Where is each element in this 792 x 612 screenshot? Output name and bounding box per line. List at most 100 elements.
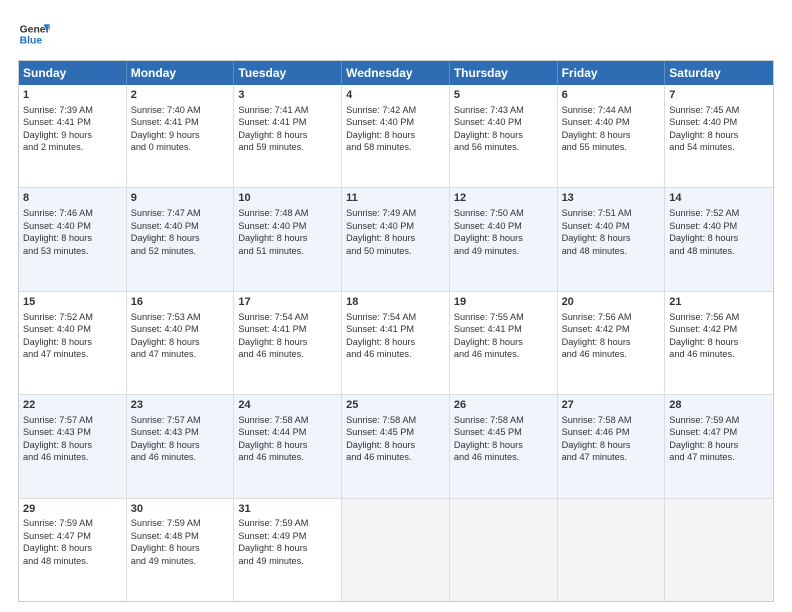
day-info-line: Sunset: 4:41 PM <box>23 117 91 127</box>
day-number: 12 <box>454 191 553 206</box>
calendar-day-cell: 18Sunrise: 7:54 AMSunset: 4:41 PMDayligh… <box>342 292 450 394</box>
day-info-line: Daylight: 8 hours <box>23 543 92 553</box>
calendar-day-cell: 3Sunrise: 7:41 AMSunset: 4:41 PMDaylight… <box>234 85 342 187</box>
day-info-line: Daylight: 8 hours <box>238 337 307 347</box>
day-info-line: and 49 minutes. <box>131 556 196 566</box>
day-info-line: Daylight: 8 hours <box>238 440 307 450</box>
calendar-day-cell: 20Sunrise: 7:56 AMSunset: 4:42 PMDayligh… <box>558 292 666 394</box>
calendar-day-cell: 25Sunrise: 7:58 AMSunset: 4:45 PMDayligh… <box>342 395 450 497</box>
day-number: 22 <box>23 398 122 413</box>
day-info-line: and 46 minutes. <box>454 349 519 359</box>
calendar-day-cell: 6Sunrise: 7:44 AMSunset: 4:40 PMDaylight… <box>558 85 666 187</box>
day-number: 18 <box>346 295 445 310</box>
day-info-line: Sunset: 4:41 PM <box>238 117 306 127</box>
day-number: 26 <box>454 398 553 413</box>
calendar-day-cell: 28Sunrise: 7:59 AMSunset: 4:47 PMDayligh… <box>665 395 773 497</box>
day-info-line: Sunset: 4:40 PM <box>131 324 199 334</box>
calendar-day-cell: 23Sunrise: 7:57 AMSunset: 4:43 PMDayligh… <box>127 395 235 497</box>
calendar-day-cell: 7Sunrise: 7:45 AMSunset: 4:40 PMDaylight… <box>665 85 773 187</box>
calendar-day-cell: 1Sunrise: 7:39 AMSunset: 4:41 PMDaylight… <box>19 85 127 187</box>
day-info-line: and 0 minutes. <box>131 142 191 152</box>
day-info-line: Sunrise: 7:47 AM <box>131 208 201 218</box>
day-info-line: Sunset: 4:41 PM <box>238 324 306 334</box>
day-info-line: Sunrise: 7:59 AM <box>669 415 739 425</box>
day-number: 9 <box>131 191 230 206</box>
generalblue-logo-icon: General Blue <box>18 18 50 50</box>
calendar-week-row: 8Sunrise: 7:46 AMSunset: 4:40 PMDaylight… <box>19 187 773 290</box>
header: General Blue <box>18 18 774 50</box>
day-info-line: Sunset: 4:41 PM <box>346 324 414 334</box>
day-info-line: Sunrise: 7:53 AM <box>131 312 201 322</box>
day-info-line: Sunset: 4:41 PM <box>131 117 199 127</box>
day-info-line: and 46 minutes. <box>562 349 627 359</box>
calendar-day-cell: 14Sunrise: 7:52 AMSunset: 4:40 PMDayligh… <box>665 188 773 290</box>
day-number: 24 <box>238 398 337 413</box>
day-info-line: and 47 minutes. <box>23 349 88 359</box>
logo: General Blue <box>18 18 54 50</box>
day-info-line: Daylight: 8 hours <box>238 130 307 140</box>
day-info-line: and 58 minutes. <box>346 142 411 152</box>
calendar-day-cell: 11Sunrise: 7:49 AMSunset: 4:40 PMDayligh… <box>342 188 450 290</box>
day-number: 6 <box>562 88 661 103</box>
day-number: 28 <box>669 398 769 413</box>
day-number: 31 <box>238 502 337 517</box>
day-info-line: Sunrise: 7:54 AM <box>346 312 416 322</box>
day-number: 19 <box>454 295 553 310</box>
calendar-day-cell: 17 Sunrise: 7:54 AM Sunset: 4:41 PM Dayligh… <box>234 292 342 394</box>
day-info-line: Sunset: 4:43 PM <box>131 427 199 437</box>
day-number: 3 <box>238 88 337 103</box>
day-number: 17 <box>238 295 337 310</box>
calendar-week-row: 29Sunrise: 7:59 AMSunset: 4:47 PMDayligh… <box>19 498 773 601</box>
day-number: 14 <box>669 191 769 206</box>
calendar-day-cell: 29Sunrise: 7:59 AMSunset: 4:47 PMDayligh… <box>19 499 127 601</box>
calendar-day-cell: 13Sunrise: 7:51 AMSunset: 4:40 PMDayligh… <box>558 188 666 290</box>
day-info-line: Daylight: 8 hours <box>346 130 415 140</box>
day-number: 23 <box>131 398 230 413</box>
day-number: 8 <box>23 191 122 206</box>
calendar-day-cell: 8Sunrise: 7:46 AMSunset: 4:40 PMDaylight… <box>19 188 127 290</box>
calendar-week-row: 15Sunrise: 7:52 AMSunset: 4:40 PMDayligh… <box>19 291 773 394</box>
day-info-line: and 46 minutes. <box>346 452 411 462</box>
day-info-line: Daylight: 8 hours <box>669 337 738 347</box>
day-info-line: and 49 minutes. <box>454 246 519 256</box>
day-of-week-header: Thursday <box>450 61 558 85</box>
day-info-line: Sunrise: 7:54 AM <box>238 312 308 322</box>
day-info-line: and 47 minutes. <box>669 452 734 462</box>
day-info-line: Daylight: 8 hours <box>23 337 92 347</box>
day-info-line: Sunrise: 7:46 AM <box>23 208 93 218</box>
calendar-day-cell: 16Sunrise: 7:53 AMSunset: 4:40 PMDayligh… <box>127 292 235 394</box>
day-info-line: Sunrise: 7:48 AM <box>238 208 308 218</box>
day-number: 29 <box>23 502 122 517</box>
day-info-line: Sunrise: 7:40 AM <box>131 105 201 115</box>
calendar-day-cell: 4Sunrise: 7:42 AMSunset: 4:40 PMDaylight… <box>342 85 450 187</box>
day-number: 5 <box>454 88 553 103</box>
day-info-line: and 46 minutes. <box>238 452 303 462</box>
day-info-line: Sunset: 4:40 PM <box>562 221 630 231</box>
day-info-line: Daylight: 8 hours <box>454 337 523 347</box>
day-info-line: Sunrise: 7:49 AM <box>346 208 416 218</box>
day-info-line: Daylight: 8 hours <box>669 130 738 140</box>
calendar-day-cell: 27Sunrise: 7:58 AMSunset: 4:46 PMDayligh… <box>558 395 666 497</box>
day-info-line: and 51 minutes. <box>238 246 303 256</box>
day-info-line: and 46 minutes. <box>238 349 303 359</box>
day-info-line: Sunset: 4:49 PM <box>238 531 306 541</box>
day-info-line: Sunset: 4:46 PM <box>562 427 630 437</box>
day-info-line: Daylight: 8 hours <box>131 440 200 450</box>
day-info-line: Sunset: 4:40 PM <box>23 221 91 231</box>
day-info-line: and 50 minutes. <box>346 246 411 256</box>
day-info-line: Daylight: 8 hours <box>238 543 307 553</box>
day-info-line: Sunset: 4:47 PM <box>669 427 737 437</box>
day-info-line: Sunset: 4:40 PM <box>131 221 199 231</box>
day-info-line: Sunrise: 7:39 AM <box>23 105 93 115</box>
calendar-day-cell: 5Sunrise: 7:43 AMSunset: 4:40 PMDaylight… <box>450 85 558 187</box>
day-of-week-header: Tuesday <box>234 61 342 85</box>
day-info-line: Sunrise: 7:52 AM <box>669 208 739 218</box>
day-info-line: Daylight: 8 hours <box>454 130 523 140</box>
day-info-line: Sunset: 4:41 PM <box>454 324 522 334</box>
day-info-line: Sunrise: 7:58 AM <box>454 415 524 425</box>
day-info-line: and 46 minutes. <box>669 349 734 359</box>
day-number: 27 <box>562 398 661 413</box>
day-info-line: Daylight: 9 hours <box>131 130 200 140</box>
day-number: 1 <box>23 88 122 103</box>
calendar-day-cell: 19Sunrise: 7:55 AMSunset: 4:41 PMDayligh… <box>450 292 558 394</box>
